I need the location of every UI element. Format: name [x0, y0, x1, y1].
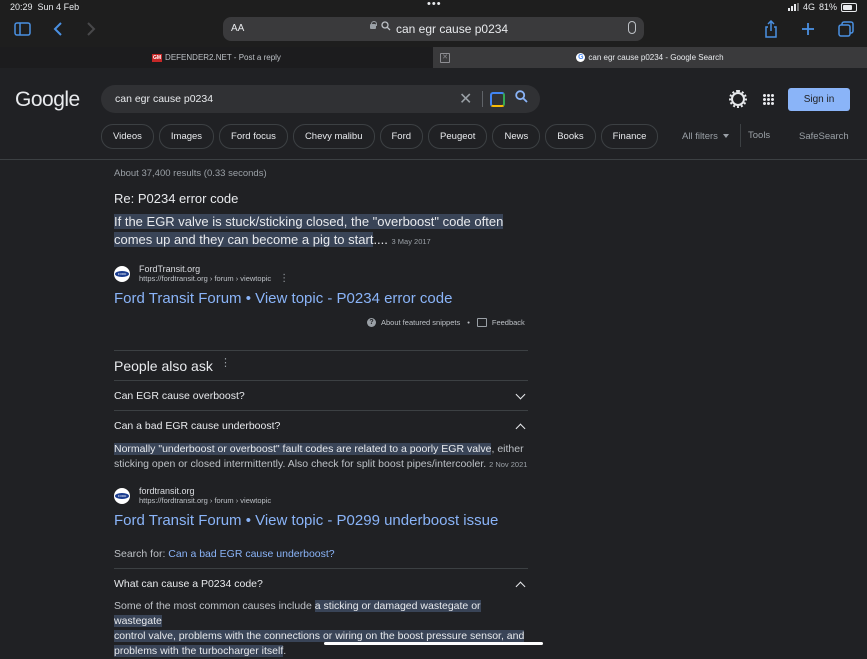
battery-percent: 81%	[818, 2, 837, 12]
share-icon[interactable]	[764, 19, 778, 41]
search-box[interactable]: can egr cause p0234 ✕	[101, 85, 540, 113]
tab-overview-icon[interactable]	[838, 21, 854, 40]
about-featured-snippets-link[interactable]: About featured snippets	[381, 318, 460, 327]
sidebar-toggle-icon[interactable]	[14, 21, 31, 39]
feedback-icon	[476, 318, 487, 327]
back-icon[interactable]	[52, 21, 64, 40]
reader-button[interactable]: AA	[231, 23, 244, 34]
ford-favicon-icon	[114, 487, 130, 504]
snippet-source[interactable]: FordTransit.org https://fordtransit.org …	[114, 264, 290, 284]
chevron-down-icon	[515, 389, 526, 400]
forward-icon[interactable]	[85, 21, 97, 40]
chip-peugeot[interactable]: Peugeot	[428, 124, 488, 149]
ford-favicon-icon	[114, 265, 130, 282]
more-options-icon[interactable]: ⋮	[220, 358, 231, 369]
lock-icon	[370, 21, 377, 29]
feedback-link[interactable]: Feedback	[492, 318, 525, 327]
microphone-icon[interactable]	[628, 21, 636, 34]
snippet-heading: Re: P0234 error code	[114, 191, 239, 206]
tab-title: DEFENDER2.NET - Post a reply	[165, 53, 281, 62]
people-also-ask-heading: People also ask	[114, 358, 213, 374]
status-bar: 20:29 Sun 4 Feb ••• 4G 81%	[0, 0, 867, 14]
chip-news[interactable]: News	[492, 124, 541, 149]
search-icon	[381, 21, 391, 34]
question-text: Can EGR cause overboost?	[114, 390, 245, 402]
close-tab-icon[interactable]: ✕	[440, 53, 450, 63]
paa-answer-2: Normally "underboost or overboost" fault…	[114, 443, 528, 470]
settings-gear-icon[interactable]	[729, 90, 747, 108]
google-favicon-icon: G	[576, 53, 586, 62]
tab-google-search[interactable]: G can egr cause p0234 - Google Search	[433, 47, 867, 68]
chip-finance[interactable]: Finance	[600, 124, 659, 149]
network-label: 4G	[802, 2, 815, 12]
tab-defender[interactable]: GM DEFENDER2.NET - Post a reply	[0, 47, 433, 68]
chevron-up-icon	[515, 581, 526, 592]
google-lens-icon[interactable]	[490, 92, 505, 107]
google-apps-icon[interactable]	[763, 94, 774, 105]
status-time: 20:29 Sun 4 Feb	[10, 2, 80, 12]
answer-date: 2 Nov 2021	[489, 460, 528, 469]
battery-icon	[841, 2, 857, 12]
snippet-date: 3 May 2017	[391, 237, 431, 246]
home-indicator[interactable]	[324, 642, 543, 645]
snippet-text: If the EGR valve is stuck/sticking close…	[114, 214, 504, 247]
search-filter-chips: Videos Images Ford focus Chevy malibu Fo…	[101, 124, 659, 149]
safesearch-button[interactable]: SafeSearch	[799, 131, 849, 142]
sign-in-button[interactable]: Sign in	[788, 88, 850, 111]
chip-ford-focus[interactable]: Ford focus	[219, 124, 288, 149]
url-text: can egr cause p0234	[396, 22, 509, 36]
source-name: FordTransit.org	[139, 264, 201, 274]
browser-toolbar: AA can egr cause p0234	[0, 14, 867, 47]
paa-question-3[interactable]: What can cause a P0234 code?	[114, 568, 528, 599]
paa-question-2[interactable]: Can a bad EGR cause underboost?	[114, 410, 528, 441]
signal-icon	[787, 3, 799, 11]
multitasking-dots-icon[interactable]: •••	[427, 0, 442, 10]
chevron-down-icon	[722, 134, 729, 139]
gm-favicon-icon: GM	[152, 53, 163, 62]
more-options-icon[interactable]: ⋮	[279, 273, 289, 284]
search-submit-icon[interactable]	[515, 90, 528, 106]
source-url: https://fordtransit.org › forum › viewto…	[139, 496, 272, 505]
address-bar[interactable]: AA can egr cause p0234	[223, 17, 644, 41]
chip-images[interactable]: Images	[158, 124, 215, 149]
tab-strip: GM DEFENDER2.NET - Post a reply G can eg…	[0, 47, 867, 68]
search-for-line: Search for: Can a bad EGR cause underboo…	[114, 548, 335, 560]
new-tab-icon[interactable]	[801, 21, 815, 39]
help-icon: ?	[367, 318, 376, 327]
tab-title: can egr cause p0234 - Google Search	[588, 53, 724, 62]
about-divider	[114, 350, 528, 351]
snippet-highlight: If the EGR valve is stuck/sticking close…	[114, 214, 504, 247]
clear-icon[interactable]: ✕	[459, 89, 472, 109]
answer-highlight: Normally "underboost or overboost" fault…	[114, 443, 492, 455]
tools-button[interactable]: Tools	[740, 124, 770, 147]
status-right: 4G 81%	[787, 2, 857, 12]
chip-ford[interactable]: Ford	[379, 124, 424, 149]
search-input[interactable]: can egr cause p0234	[115, 93, 213, 105]
about-snippets-bar: ? About featured snippets • Feedback	[367, 318, 525, 327]
source-url: https://fordtransit.org › forum › viewto…	[139, 273, 290, 284]
chip-videos[interactable]: Videos	[101, 124, 154, 149]
google-logo[interactable]: Google	[15, 88, 80, 112]
chip-books[interactable]: Books	[545, 124, 596, 149]
paa-answer-3: Some of the most common causes include a…	[114, 600, 525, 657]
search-for-link[interactable]: Can a bad EGR cause underboost?	[168, 548, 334, 560]
paa-question-1[interactable]: Can EGR cause overboost?	[114, 380, 528, 411]
chevron-up-icon	[515, 423, 526, 434]
search-divider	[482, 91, 483, 107]
question-text: What can cause a P0234 code?	[114, 578, 263, 590]
header-divider	[0, 159, 867, 160]
answer-title-link[interactable]: Ford Transit Forum • View topic - P0299 …	[114, 512, 498, 529]
all-filters-button[interactable]: All filters	[682, 131, 729, 142]
chip-chevy-malibu[interactable]: Chevy malibu	[292, 124, 375, 149]
question-text: Can a bad EGR cause underboost?	[114, 420, 281, 432]
source-name: fordtransit.org	[139, 486, 195, 496]
result-stats: About 37,400 results (0.33 seconds)	[114, 168, 267, 179]
snippet-title-link[interactable]: Ford Transit Forum • View topic - P0234 …	[114, 290, 452, 307]
answer-source[interactable]: fordtransit.org https://fordtransit.org …	[114, 486, 271, 505]
